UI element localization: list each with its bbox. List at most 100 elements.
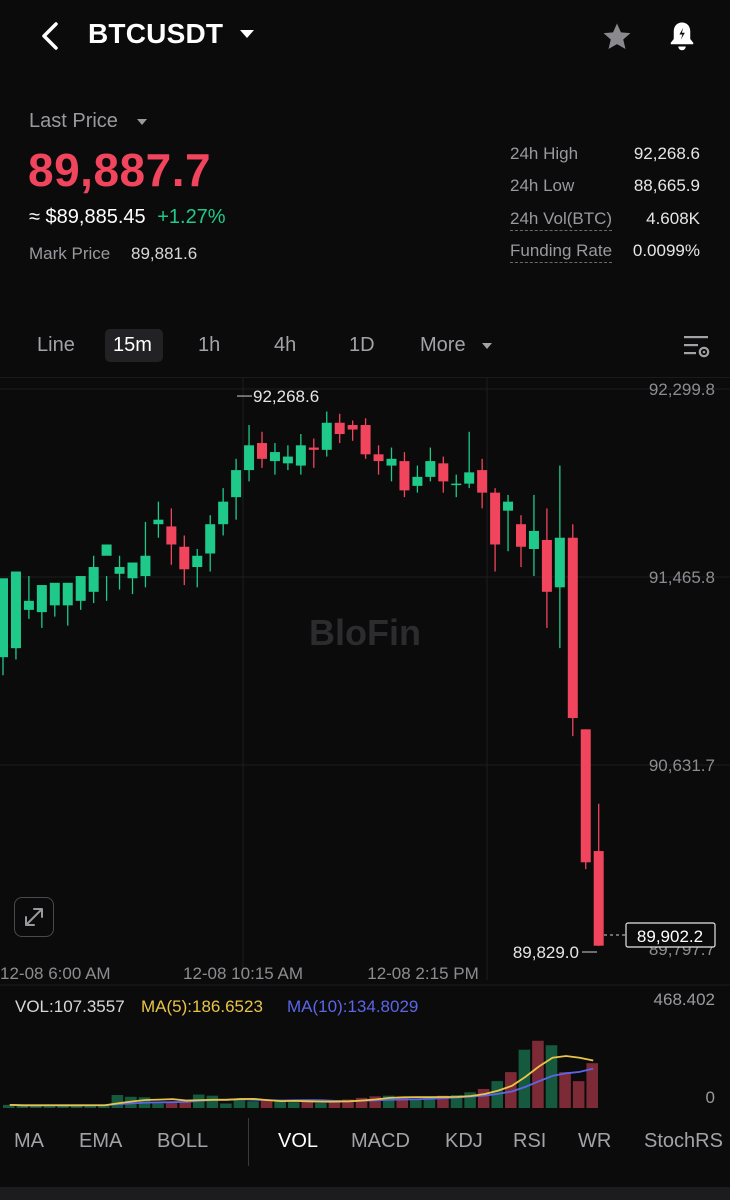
indicator-wr[interactable]: WR xyxy=(578,1130,611,1153)
volume-bar xyxy=(220,1103,232,1108)
candle xyxy=(23,576,34,619)
candle xyxy=(593,803,604,946)
indicator-ma[interactable]: MA xyxy=(14,1130,44,1153)
indicator-macd[interactable]: MACD xyxy=(351,1130,410,1153)
volume-bar xyxy=(410,1099,422,1108)
usd-equivalent-line: ≈ $89,885.45 +1.27% xyxy=(29,206,226,229)
volume-zero-label: 0 xyxy=(706,1088,715,1107)
candle-body xyxy=(490,492,501,545)
candle xyxy=(295,434,306,475)
stat-vol-label[interactable]: 24h Vol(BTC) xyxy=(510,209,613,231)
candle-body xyxy=(503,501,514,511)
candle xyxy=(399,452,410,498)
candle-body xyxy=(334,422,345,435)
tab-4h[interactable]: 4h xyxy=(274,334,296,357)
candle xyxy=(334,413,345,444)
candle xyxy=(554,465,565,649)
indicator-stochrsi[interactable]: StochRS xyxy=(644,1130,723,1153)
candle-body xyxy=(282,456,293,464)
more-caret-icon[interactable] xyxy=(482,343,492,349)
candle xyxy=(425,447,436,482)
candle xyxy=(308,438,319,468)
tab-1d[interactable]: 1D xyxy=(349,334,375,357)
candle xyxy=(516,515,526,568)
candle xyxy=(75,576,86,610)
candlestick-chart[interactable]: BloFin 92,299.891,465.890,631.789,797.7 … xyxy=(0,377,730,1117)
tab-more[interactable]: More xyxy=(420,334,466,357)
candle xyxy=(244,425,255,482)
last-price-label[interactable]: Last Price xyxy=(29,110,118,133)
last-price-caret-icon[interactable] xyxy=(137,119,147,125)
candle-body xyxy=(554,537,565,588)
stat-funding-value: 0.0099% xyxy=(632,241,700,260)
x-axis-tick-label: 12-08 2:15 PM xyxy=(367,964,479,983)
price-alert-bell-icon[interactable] xyxy=(664,18,700,54)
candle xyxy=(360,418,371,459)
indicator-rsi[interactable]: RSI xyxy=(513,1130,546,1153)
x-axis-tick-label: 12-08 10:15 AM xyxy=(183,964,303,983)
candle-body xyxy=(464,472,475,484)
candle xyxy=(127,562,138,595)
candle xyxy=(192,548,203,588)
volume-bar xyxy=(165,1103,178,1108)
tab-15m[interactable]: 15m xyxy=(113,334,152,357)
candle-body xyxy=(321,422,332,450)
last-price-tag-label: 89,902.2 xyxy=(637,927,703,946)
volume-bar xyxy=(518,1049,531,1108)
indicator-kdj[interactable]: KDJ xyxy=(445,1130,483,1153)
stat-low-label: 24h Low xyxy=(510,176,575,195)
candle xyxy=(321,411,332,457)
candle-body xyxy=(567,537,578,719)
volume-bar xyxy=(233,1099,246,1108)
candle xyxy=(231,458,242,520)
candle-body xyxy=(528,530,539,549)
candle xyxy=(528,494,539,577)
candle-body xyxy=(218,501,229,525)
back-arrow-icon[interactable] xyxy=(34,18,70,54)
candle xyxy=(205,515,216,572)
volume-bar xyxy=(152,1103,164,1108)
candle-body xyxy=(373,454,384,462)
candle xyxy=(36,585,47,628)
mark-price-value: 89,881.6 xyxy=(131,244,198,263)
candle-body xyxy=(0,578,8,658)
volume-bar xyxy=(559,1072,571,1108)
candle xyxy=(477,458,488,509)
candle xyxy=(179,535,190,586)
candle xyxy=(464,431,475,489)
indicator-vol[interactable]: VOL xyxy=(278,1130,318,1153)
favorite-star-icon[interactable] xyxy=(600,20,634,54)
candle-body xyxy=(399,461,410,491)
candle xyxy=(438,456,449,493)
tab-line[interactable]: Line xyxy=(37,334,75,357)
chart-settings-icon[interactable] xyxy=(682,333,712,361)
volume-max-label: 468.402 xyxy=(654,990,715,1009)
candle xyxy=(257,431,267,468)
indicator-ema[interactable]: EMA xyxy=(79,1130,122,1153)
change-percent: +1.27% xyxy=(157,206,226,228)
candle xyxy=(88,555,99,604)
candle-body xyxy=(192,555,203,568)
candle xyxy=(412,465,423,493)
candle xyxy=(373,445,384,475)
pair-dropdown-caret-icon[interactable] xyxy=(240,30,254,38)
trading-pair-title[interactable]: BTCUSDT xyxy=(88,18,223,50)
y-axis-tick-label: 90,631.7 xyxy=(649,756,715,775)
candle-body xyxy=(75,576,86,601)
candle-body xyxy=(179,546,190,570)
stat-funding-label[interactable]: Funding Rate xyxy=(510,241,613,263)
low-annotation-label: 89,829.0 xyxy=(513,943,579,962)
candle-body xyxy=(516,524,526,547)
volume-bar xyxy=(111,1094,124,1108)
candle xyxy=(503,494,514,552)
candle xyxy=(114,555,125,590)
fullscreen-expand-button[interactable] xyxy=(14,897,54,937)
candle-body xyxy=(231,470,242,498)
candle-body xyxy=(412,476,423,486)
candle-body xyxy=(386,458,397,466)
indicator-boll[interactable]: BOLL xyxy=(157,1130,208,1153)
tab-1h[interactable]: 1h xyxy=(198,334,220,357)
candle xyxy=(386,447,397,482)
candle xyxy=(490,488,501,572)
candle xyxy=(282,445,293,471)
